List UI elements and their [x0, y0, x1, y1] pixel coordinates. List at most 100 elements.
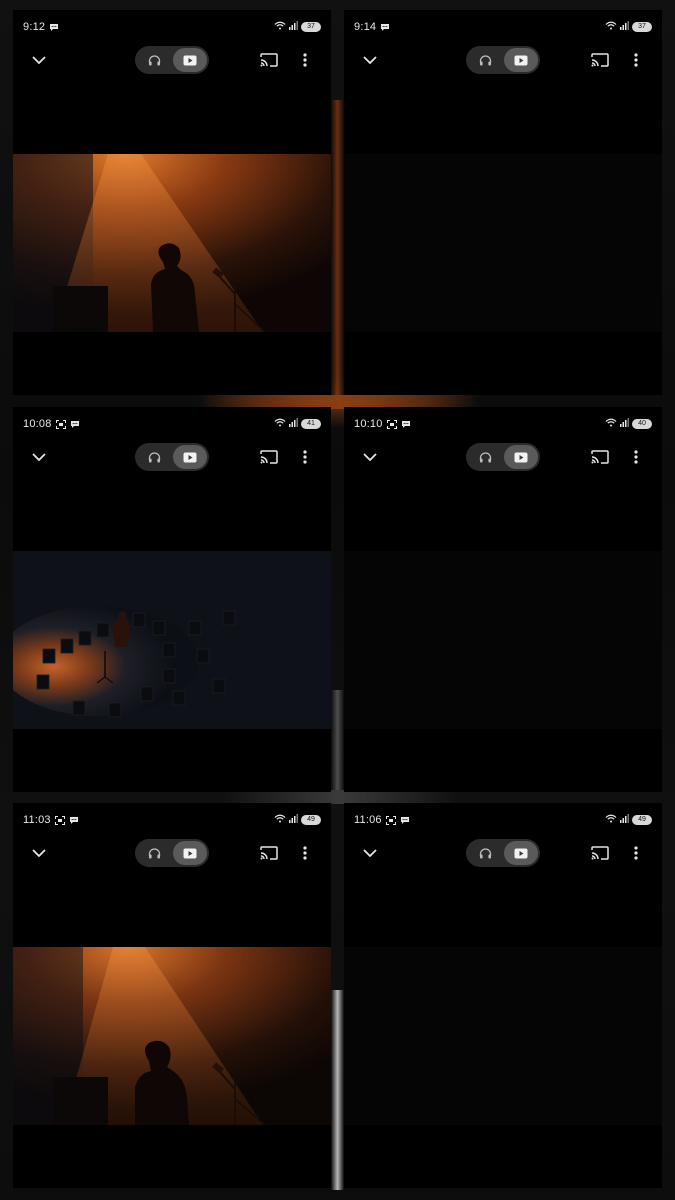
audio-video-toggle: [135, 46, 209, 74]
speaker-silhouette: [53, 1077, 108, 1125]
video-mode-button[interactable]: [173, 445, 207, 469]
chat-bubble-icon: [70, 420, 80, 429]
headphones-icon: [148, 451, 160, 462]
audio-mode-button[interactable]: [137, 841, 171, 865]
wifi-icon: [605, 814, 617, 826]
headphones-icon: [479, 54, 491, 65]
status-time: 11:06: [354, 814, 382, 826]
audio-mode-button[interactable]: [468, 48, 502, 72]
status-bar: 10:08 41: [13, 407, 331, 441]
chevron-down-icon: [32, 56, 46, 64]
wifi-icon: [274, 21, 286, 33]
status-time: 11:03: [23, 814, 51, 826]
signal-icon: [289, 814, 298, 826]
more-options-button[interactable]: [628, 843, 644, 863]
video-mode-button[interactable]: [173, 48, 207, 72]
headphones-icon: [479, 451, 491, 462]
player-toolbar: [344, 837, 662, 869]
video-play-icon: [183, 55, 197, 65]
light-leak: [331, 990, 344, 1190]
audio-video-toggle: [135, 839, 209, 867]
video-mode-button[interactable]: [504, 445, 538, 469]
more-options-button[interactable]: [628, 50, 644, 70]
video-mode-button[interactable]: [504, 48, 538, 72]
video-mode-button[interactable]: [173, 841, 207, 865]
phone-screenshot-2: 9:14 37: [344, 10, 662, 395]
minimize-button[interactable]: [360, 50, 380, 70]
wifi-icon: [605, 418, 617, 430]
speaker-silhouette: [53, 286, 108, 332]
battery-indicator: 49: [632, 815, 652, 825]
more-vert-icon: [303, 53, 307, 67]
cast-button[interactable]: [259, 447, 279, 467]
phone-screenshot-6: 11:06 49: [344, 803, 662, 1188]
status-bar: 10:10 40: [344, 407, 662, 441]
cast-button[interactable]: [259, 50, 279, 70]
wifi-icon: [605, 21, 617, 33]
player-toolbar: [13, 837, 331, 869]
video-mode-button[interactable]: [504, 841, 538, 865]
chevron-down-icon: [363, 56, 377, 64]
video-frame[interactable]: [13, 154, 331, 332]
chat-bubble-icon: [401, 420, 411, 429]
minimize-button[interactable]: [360, 447, 380, 467]
screenshot-icon: [55, 419, 66, 429]
chevron-down-icon: [363, 453, 377, 461]
signal-icon: [289, 21, 298, 33]
status-time: 10:08: [23, 418, 52, 430]
audio-mode-button[interactable]: [137, 445, 171, 469]
chat-bubble-icon: [69, 816, 79, 825]
more-options-button[interactable]: [297, 447, 313, 467]
chevron-down-icon: [363, 849, 377, 857]
player-toolbar: [13, 441, 331, 473]
video-play-icon: [183, 848, 197, 858]
more-options-button[interactable]: [628, 447, 644, 467]
audio-video-toggle: [466, 839, 540, 867]
video-frame[interactable]: [13, 947, 331, 1125]
cast-button[interactable]: [259, 843, 279, 863]
video-frame[interactable]: [344, 551, 662, 729]
audio-video-toggle: [135, 443, 209, 471]
more-options-button[interactable]: [297, 50, 313, 70]
screenshot-icon: [54, 815, 65, 825]
status-bar: 11:03 49: [13, 803, 331, 837]
wifi-icon: [274, 418, 286, 430]
minimize-button[interactable]: [29, 843, 49, 863]
battery-indicator: 40: [632, 419, 652, 429]
video-frame[interactable]: [13, 551, 331, 729]
more-vert-icon: [634, 53, 638, 67]
player-toolbar: [344, 44, 662, 76]
signal-icon: [289, 418, 298, 430]
player-toolbar: [13, 44, 331, 76]
battery-indicator: 37: [301, 22, 321, 32]
status-bar: 9:12 37: [13, 10, 331, 44]
chevron-down-icon: [32, 849, 46, 857]
cast-icon: [260, 846, 278, 860]
cast-button[interactable]: [590, 843, 610, 863]
video-frame[interactable]: [344, 947, 662, 1125]
cast-icon: [260, 53, 278, 67]
video-frame[interactable]: [344, 154, 662, 332]
cast-icon: [260, 450, 278, 464]
audio-mode-button[interactable]: [468, 445, 502, 469]
wifi-icon: [274, 814, 286, 826]
signal-icon: [620, 21, 629, 33]
more-options-button[interactable]: [297, 843, 313, 863]
more-vert-icon: [634, 846, 638, 860]
minimize-button[interactable]: [360, 843, 380, 863]
audio-mode-button[interactable]: [137, 48, 171, 72]
light-leak: [220, 790, 460, 804]
minimize-button[interactable]: [29, 50, 49, 70]
video-play-icon: [514, 55, 528, 65]
phone-screenshot-4: 10:10 40: [344, 407, 662, 792]
video-play-icon: [183, 452, 197, 462]
status-bar: 9:14 37: [344, 10, 662, 44]
minimize-button[interactable]: [29, 447, 49, 467]
audio-mode-button[interactable]: [468, 841, 502, 865]
cast-button[interactable]: [590, 50, 610, 70]
cast-button[interactable]: [590, 447, 610, 467]
status-bar: 11:06 49: [344, 803, 662, 837]
status-time: 10:10: [354, 418, 383, 430]
battery-indicator: 41: [301, 419, 321, 429]
battery-indicator: 37: [632, 22, 652, 32]
